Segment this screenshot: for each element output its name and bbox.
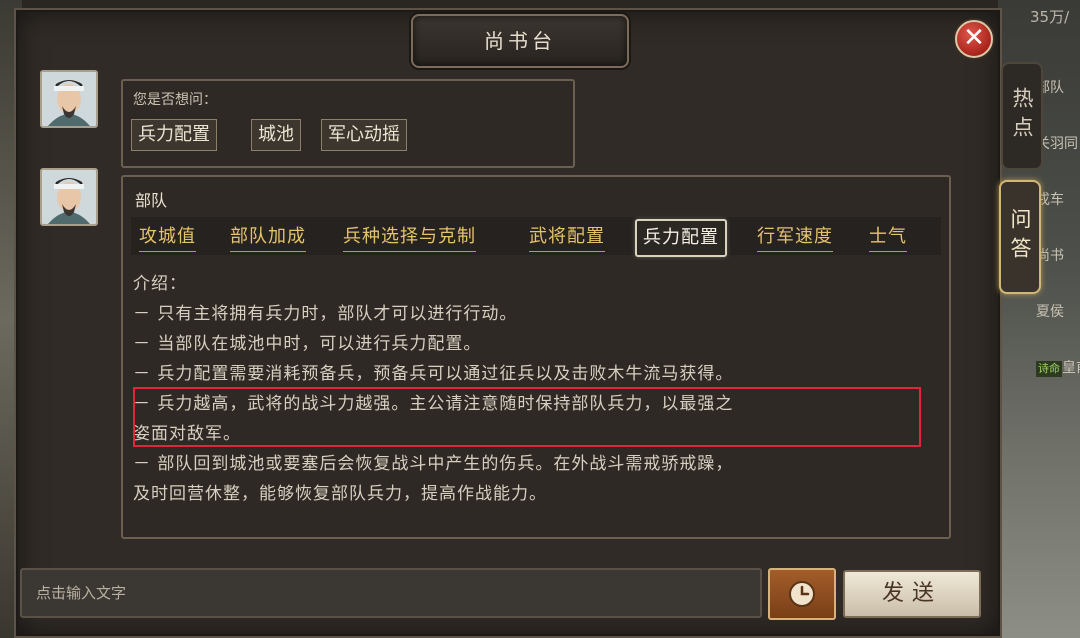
close-button[interactable]: ✕: [955, 20, 993, 58]
clock-icon: [789, 581, 815, 607]
tab-unit-types[interactable]: 兵种选择与克制: [343, 223, 476, 252]
tab-hot-topics[interactable]: 热点: [1001, 62, 1043, 170]
chat-input[interactable]: [22, 570, 760, 616]
send-button[interactable]: 发送: [843, 570, 981, 618]
tab-siege-value[interactable]: 攻城值: [139, 223, 196, 252]
resource-counter: 35万/: [1030, 8, 1070, 26]
body-line: － 当部队在城池中时，可以进行兵力配置。: [133, 334, 482, 354]
tab-general-config[interactable]: 武将配置: [529, 223, 605, 252]
shangshutai-window: 尚书台 您是否想问： 兵力配置 城池 军心动摇 部队 攻城值 部队加成 兵种选择…: [14, 8, 1002, 638]
tab-troop-config[interactable]: 兵力配置: [635, 219, 727, 257]
option-morale[interactable]: 军心动摇: [321, 119, 407, 151]
body-line: 介绍：: [133, 274, 187, 294]
background-tag: 诗命: [1036, 361, 1062, 377]
body-line: － 只有主将拥有兵力时，部队才可以进行行动。: [133, 304, 518, 324]
advisor-avatar-icon: [40, 168, 98, 226]
answer-title: 部队: [135, 191, 168, 210]
close-icon: ✕: [963, 23, 985, 53]
topic-tabs: 攻城值 部队加成 兵种选择与克制 武将配置 兵力配置 行军速度 士气: [131, 217, 941, 257]
highlight-box: [133, 387, 921, 447]
body-line: － 兵力配置需要消耗预备兵，预备兵可以通过征兵以及击败木牛流马获得。: [133, 364, 734, 384]
tab-march-speed[interactable]: 行军速度: [757, 223, 833, 252]
tab-qa[interactable]: 问答: [999, 180, 1041, 294]
body-line: － 部队回到城池或要塞后会恢复战斗中产生的伤兵。在外战斗需戒骄戒躁，: [133, 454, 734, 474]
chat-input-field[interactable]: [20, 568, 762, 618]
option-troop-config[interactable]: 兵力配置: [131, 119, 217, 151]
background-list-item: 戎车: [1036, 192, 1064, 208]
question-prompt: 您是否想问：: [133, 92, 217, 108]
background-list-item-label: 皇甫: [1062, 360, 1080, 376]
tab-troop-bonus[interactable]: 部队加成: [230, 223, 306, 252]
background-list-item: 诗命皇甫: [1036, 340, 1080, 396]
history-button[interactable]: [768, 568, 836, 620]
tab-morale[interactable]: 士气: [869, 223, 907, 252]
advisor-avatar-icon: [40, 70, 98, 128]
question-bubble: 您是否想问： 兵力配置 城池 军心动摇: [121, 79, 575, 168]
body-line: 及时回营休整，能够恢复部队兵力，提高作战能力。: [133, 484, 547, 504]
window-title: 尚书台: [411, 14, 629, 68]
answer-bubble: 部队 攻城值 部队加成 兵种选择与克制 武将配置 兵力配置 行军速度 士气 介绍…: [121, 175, 951, 539]
background-list-item: 尚书: [1036, 248, 1064, 264]
background-list-item: 夏侯: [1036, 304, 1064, 320]
option-city[interactable]: 城池: [251, 119, 301, 151]
